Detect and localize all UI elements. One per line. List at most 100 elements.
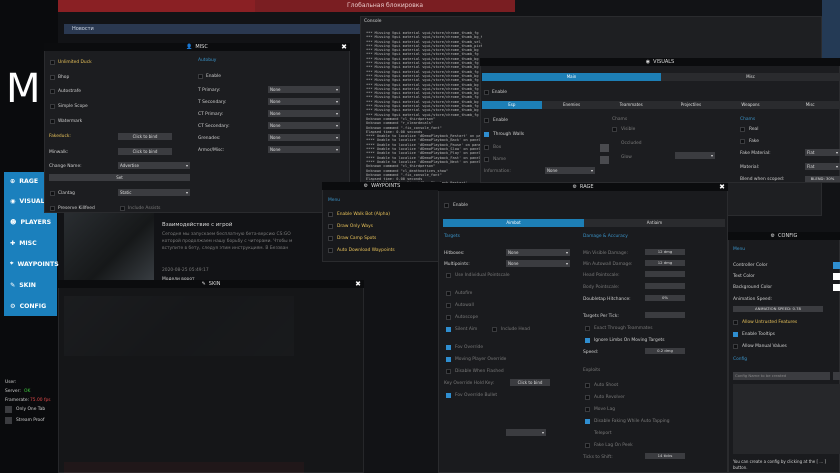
include-head-checkbox[interactable] (492, 327, 497, 332)
autobuy-row-dropdown[interactable]: None (268, 122, 340, 129)
animation-speed-slider[interactable]: ANIMATION SPEED: 0.78 (733, 306, 823, 312)
tab-projectiles[interactable]: Projectiles (661, 101, 721, 109)
information-dropdown[interactable]: None (545, 167, 595, 174)
tab-enemies[interactable]: Enemies (542, 101, 602, 109)
hitboxes-dropdown[interactable]: None (506, 249, 570, 256)
esp-enable-checkbox[interactable] (484, 118, 489, 123)
multipoints-dropdown[interactable]: None (506, 260, 570, 267)
min-visible-damage-slider[interactable]: 12 dmg (645, 249, 685, 255)
config-create-button[interactable] (833, 372, 840, 380)
chams-dropdown[interactable] (675, 152, 715, 159)
body-pointscale-slider[interactable] (645, 283, 685, 289)
ticks-to-shift-slider[interactable]: 14 ticks (645, 453, 685, 459)
skin-close-icon[interactable]: ✖ (355, 280, 361, 288)
watermark-checkbox[interactable] (50, 119, 55, 124)
set-name-button[interactable]: Set (49, 174, 190, 181)
disable-when-flashed-checkbox[interactable] (446, 369, 451, 374)
tab-antiaim[interactable]: Antiaim (584, 219, 725, 227)
autobuy-row-dropdown[interactable]: None (268, 146, 340, 153)
allow-untrusted-checkbox[interactable] (733, 320, 738, 325)
real-checkbox[interactable] (740, 127, 745, 132)
simple-scope-checkbox[interactable] (50, 104, 55, 109)
tab-main[interactable]: Main (482, 73, 661, 81)
bhop-checkbox[interactable] (50, 75, 55, 80)
ignore-limbs-checkbox[interactable] (585, 338, 590, 343)
minwalk-bind-button[interactable]: Click to bind (118, 148, 172, 155)
autowall-checkbox[interactable] (446, 303, 451, 308)
min-autowall-damage-slider[interactable]: 12 dmg (645, 260, 685, 266)
waypoint-option-checkbox[interactable] (328, 212, 333, 217)
visuals-enable-checkbox[interactable] (484, 90, 489, 95)
rage-enable-checkbox[interactable] (444, 203, 449, 208)
autobuy-enable-checkbox[interactable] (198, 74, 203, 79)
color-swatch-1[interactable] (600, 144, 609, 152)
tab-visuals-misc[interactable]: Misc (780, 101, 840, 109)
change-name-dropdown[interactable]: Advertise (118, 162, 190, 169)
autobuy-row-dropdown[interactable]: None (268, 134, 340, 141)
sidebar-item-waypoints[interactable]: ⌖ WAYPOINTS (4, 255, 59, 273)
fake-lag-peek-checkbox[interactable] (585, 443, 590, 448)
autobuy-row-dropdown[interactable]: None (268, 110, 340, 117)
head-pointscale-slider[interactable] (645, 271, 685, 277)
include-assists-label: Include Assists (128, 206, 161, 211)
fake-checkbox[interactable] (740, 139, 745, 144)
fake-material-dropdown[interactable]: Flat (805, 149, 840, 156)
use-individual-checkbox[interactable] (446, 273, 451, 278)
autobuy-row-dropdown[interactable]: None (268, 86, 340, 93)
tab-teammates[interactable]: Teammates (601, 101, 661, 109)
disable-faking-checkbox[interactable] (585, 419, 590, 424)
sidebar-item-skin[interactable]: ✎ SKIN (4, 276, 57, 294)
silent-aim-checkbox[interactable] (446, 327, 451, 332)
text-color-swatch[interactable] (833, 273, 840, 280)
name-checkbox[interactable] (484, 157, 489, 162)
tab-esp[interactable]: Esp (482, 101, 542, 109)
controller-color-swatch[interactable] (833, 262, 840, 269)
rage-extra-dropdown[interactable] (506, 429, 546, 436)
only-one-tab-checkbox[interactable] (5, 406, 12, 413)
rage-close-icon[interactable]: ✖ (719, 183, 725, 191)
sidebar-item-config[interactable]: ⚙ CONFIG (4, 297, 57, 315)
enable-tooltips-checkbox[interactable] (733, 332, 738, 337)
color-swatch-2[interactable] (600, 156, 609, 164)
fakeduck-bind-button[interactable]: Click to bind (118, 133, 172, 140)
allow-manual-values-checkbox[interactable] (733, 344, 738, 349)
speed-slider[interactable]: 0.2 dmg (645, 348, 685, 354)
waypoint-option-checkbox[interactable] (328, 236, 333, 241)
sidebar-item-misc[interactable]: ✚ MISC (4, 234, 57, 252)
material-dropdown[interactable]: Flat (805, 163, 840, 170)
clantag-checkbox[interactable] (50, 191, 55, 196)
misc-close-icon[interactable]: ✖ (341, 43, 347, 51)
box-checkbox[interactable] (484, 145, 489, 150)
targets-per-tick-slider[interactable] (645, 312, 685, 318)
auto-revolver-checkbox[interactable] (585, 395, 590, 400)
autobuy-row-dropdown[interactable]: None (268, 98, 340, 105)
waypoint-option-checkbox[interactable] (328, 224, 333, 229)
fov-override-bullet-checkbox[interactable] (446, 393, 451, 398)
blend-slider[interactable]: BLEND: 30% (805, 176, 840, 182)
tab-aimbot[interactable]: Aimbot (443, 219, 584, 227)
preserve-killfeed-checkbox[interactable] (50, 206, 55, 211)
unlimited-duck-checkbox[interactable] (50, 60, 55, 65)
clantag-dropdown[interactable]: Static (118, 189, 190, 196)
move-lag-checkbox[interactable] (585, 407, 590, 412)
auto-shoot-checkbox[interactable] (585, 383, 590, 388)
key-override-bind-button[interactable]: Click to bind (510, 379, 550, 386)
stream-proof-checkbox[interactable] (5, 417, 12, 424)
config-name-input[interactable]: Config Name to be created (733, 372, 830, 380)
include-assists-checkbox[interactable] (120, 206, 125, 211)
fov-override-checkbox[interactable] (446, 345, 451, 350)
waypoint-option-checkbox[interactable] (328, 248, 333, 253)
autostrafe-checkbox[interactable] (50, 89, 55, 94)
moving-player-override-checkbox[interactable] (446, 357, 451, 362)
visible-checkbox[interactable] (612, 127, 617, 132)
autofire-checkbox[interactable] (446, 291, 451, 296)
exact-through-teammates-checkbox[interactable] (585, 326, 590, 331)
doubletap-hitchance-slider[interactable]: 0% (645, 295, 685, 301)
tab-weapons[interactable]: Weapons (721, 101, 781, 109)
tab-misc[interactable]: Misc (661, 73, 840, 81)
config-list[interactable] (733, 384, 840, 454)
through-walls-checkbox[interactable] (484, 132, 489, 137)
autoscope-checkbox[interactable] (446, 315, 451, 320)
sidebar-item-players[interactable]: ☻ PLAYERS (4, 213, 57, 231)
background-color-swatch[interactable] (833, 284, 840, 291)
